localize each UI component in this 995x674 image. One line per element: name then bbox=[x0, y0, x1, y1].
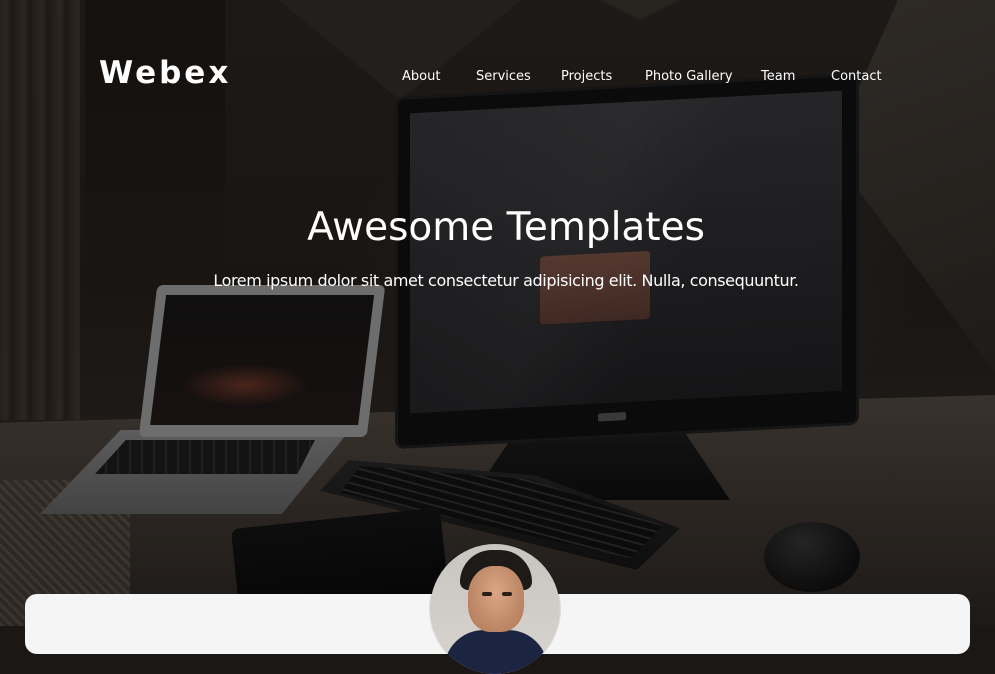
avatar-face bbox=[468, 566, 524, 632]
nav-item-team[interactable]: Team bbox=[761, 68, 795, 86]
hero-title: Awesome Templates bbox=[307, 205, 705, 250]
nav-item-photo-gallery[interactable]: Photo Gallery bbox=[645, 68, 733, 86]
nav-item-projects[interactable]: Projects bbox=[561, 68, 612, 86]
nav-item-contact[interactable]: Contact bbox=[831, 68, 882, 86]
hero-overlay bbox=[0, 0, 995, 626]
nav-item-services[interactable]: Services bbox=[476, 68, 531, 86]
hero-subtitle: Lorem ipsum dolor sit amet consectetur a… bbox=[213, 271, 799, 290]
main-nav: About Services Projects Photo Gallery Te… bbox=[0, 68, 995, 88]
avatar-eye bbox=[482, 592, 492, 596]
nav-item-about[interactable]: About bbox=[402, 68, 440, 86]
avatar-eye bbox=[502, 592, 512, 596]
avatar-shirt bbox=[444, 630, 548, 674]
hero-background bbox=[0, 0, 995, 626]
avatar bbox=[430, 544, 560, 674]
